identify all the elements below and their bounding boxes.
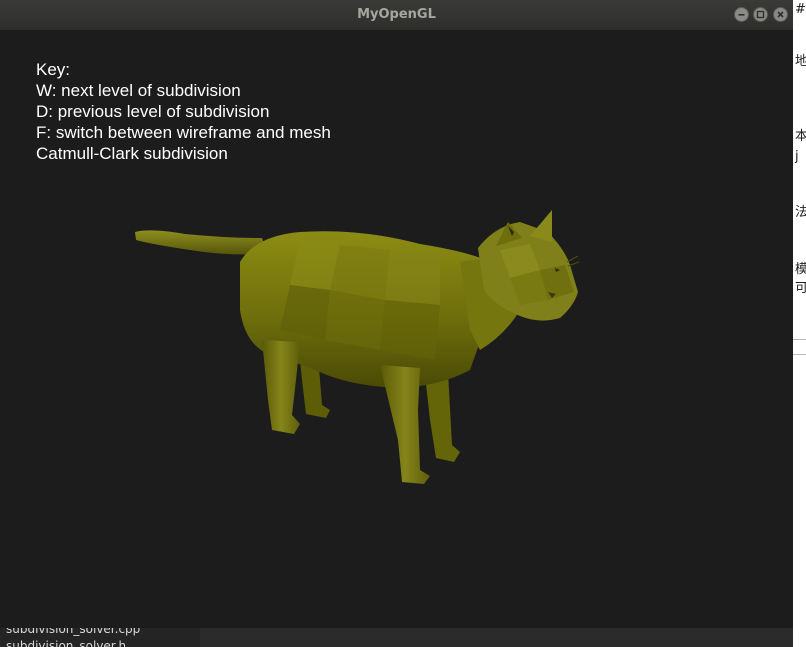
background-glyph: # (795, 2, 806, 17)
background-glyph: 地 (795, 54, 806, 69)
window-titlebar[interactable]: MyOpenGL (0, 0, 793, 31)
minimize-icon (738, 14, 745, 16)
maximize-button[interactable] (753, 7, 768, 22)
close-button[interactable] (773, 7, 788, 22)
background-glyph: 可 (795, 281, 806, 296)
opengl-window[interactable]: MyOpenGL Key: W: next level of subdivisi… (0, 0, 793, 628)
minimize-button[interactable] (734, 7, 749, 22)
background-file-list: subdivision_solver.cpp subdivision_solve… (0, 628, 200, 647)
background-divider (793, 339, 806, 340)
background-glyph: j (795, 149, 799, 164)
background-editor-strip: # 地 本 j 法 模 可 (793, 0, 806, 647)
file-list-item[interactable]: subdivision_solver.h (6, 639, 126, 647)
background-glyph: 模 (795, 262, 806, 277)
background-divider (793, 354, 806, 355)
window-title: MyOpenGL (357, 7, 436, 22)
gl-canvas[interactable]: Key: W: next level of subdivision D: pre… (0, 31, 793, 628)
maximize-icon (756, 10, 765, 19)
file-list-item[interactable]: subdivision_solver.cpp (6, 628, 140, 636)
close-icon (777, 11, 784, 18)
cat-mesh-model (135, 210, 580, 484)
background-glyph: 法 (795, 205, 806, 220)
background-glyph: 本 (795, 129, 806, 144)
